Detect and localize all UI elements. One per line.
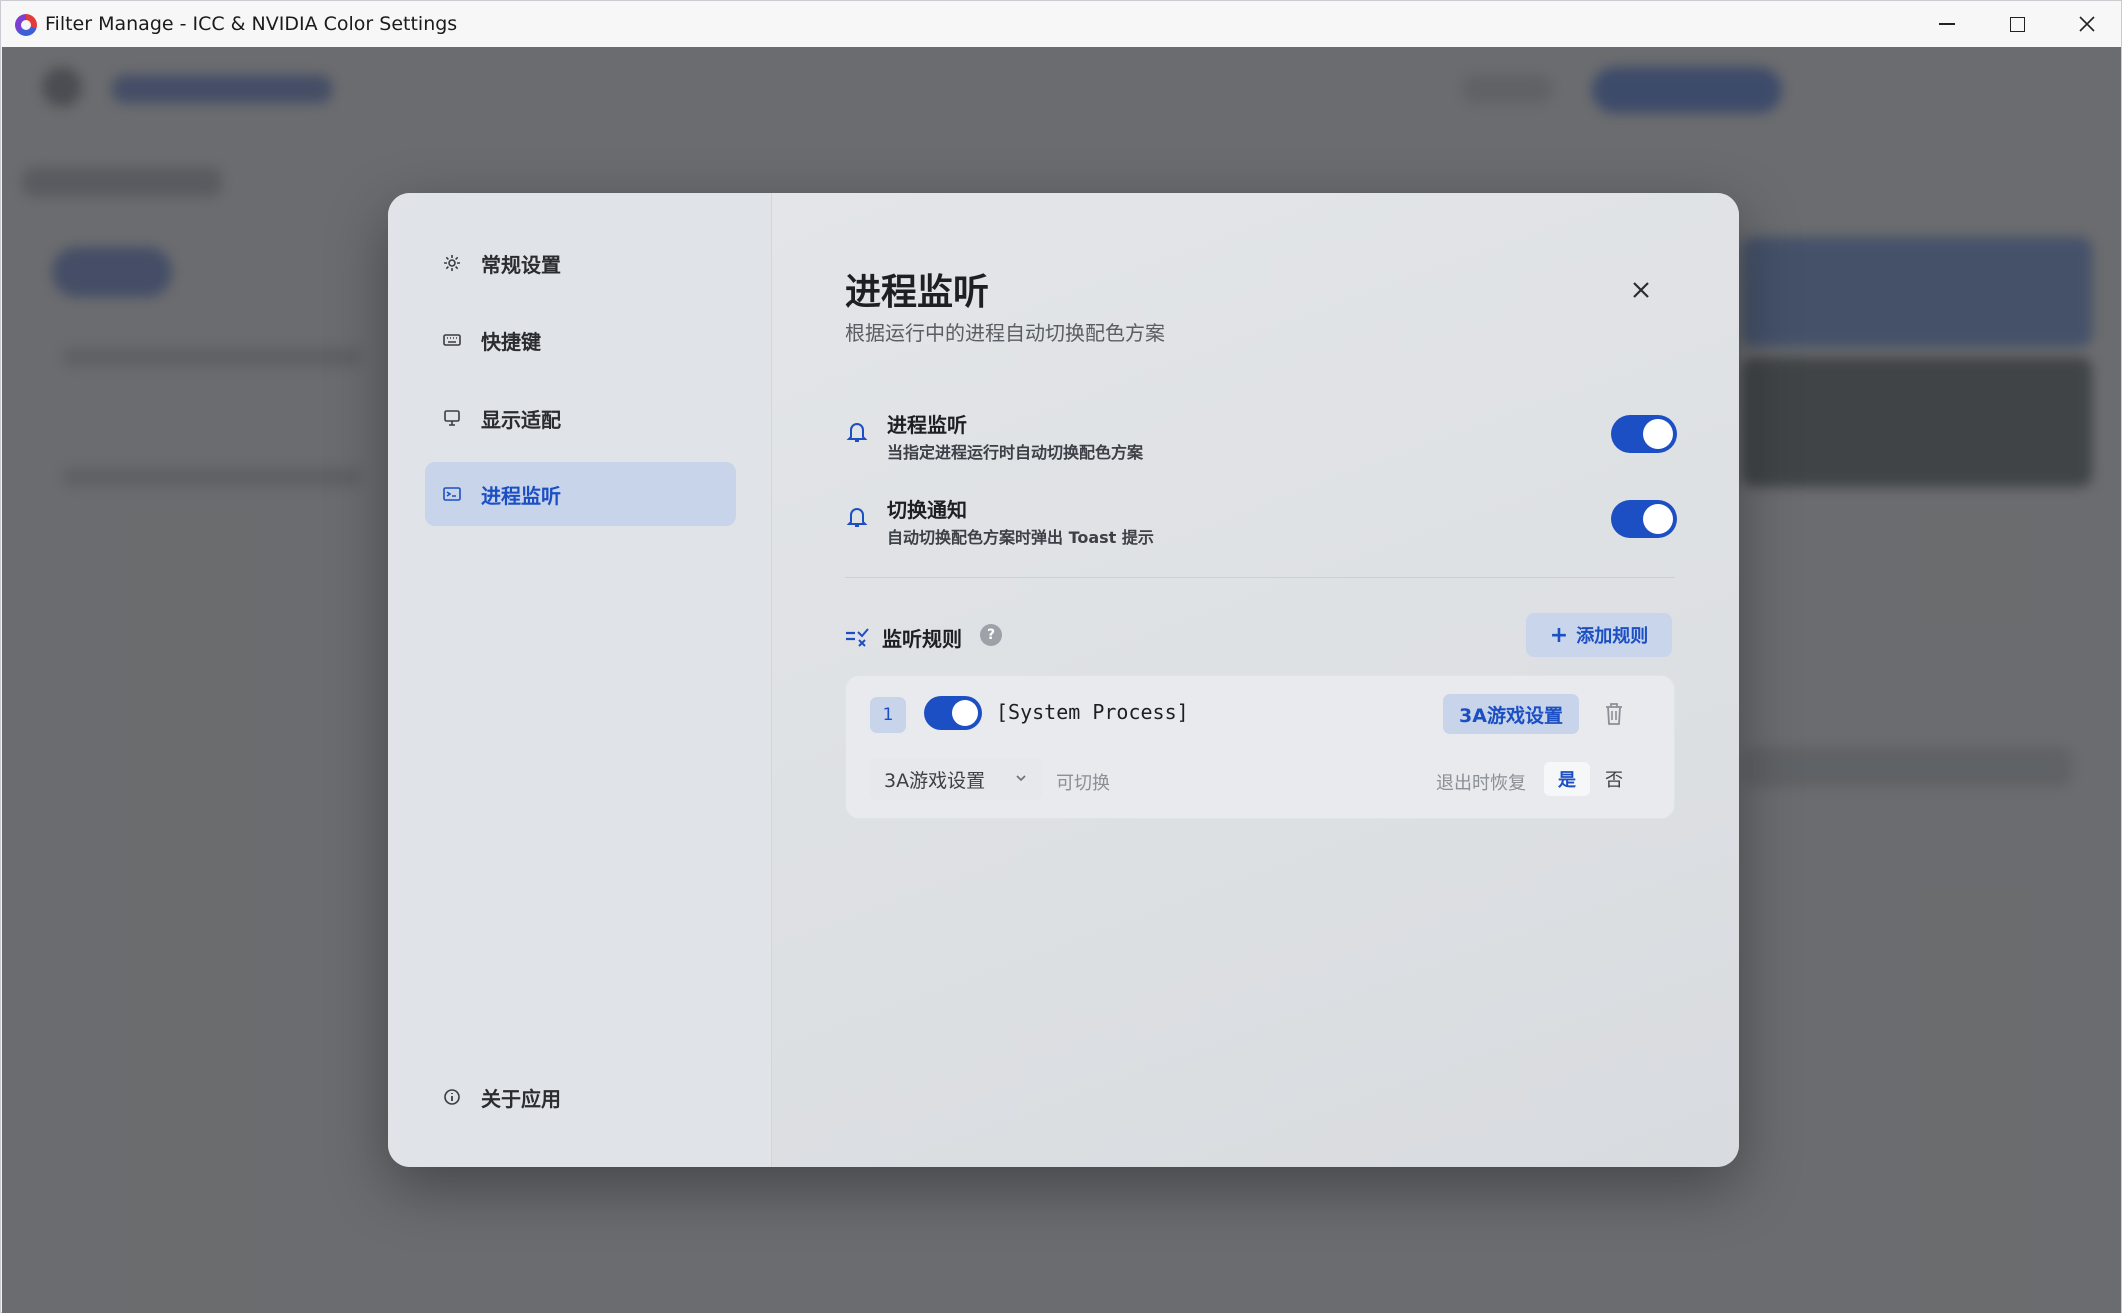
settings-dialog: 常规设置 快捷键 显示适配 进程监听 关于应用 进程监听 根据运行中的进程自动切…	[388, 193, 1739, 1167]
restore-no-option[interactable]: 否	[1594, 762, 1634, 796]
toggle-knob	[1643, 419, 1673, 449]
sidebar-item-label: 关于应用	[481, 1086, 561, 1111]
toggle-knob	[1643, 504, 1673, 534]
rule-index: 1	[870, 697, 906, 733]
rules-title: 监听规则	[882, 627, 962, 651]
switch-notify-toggle[interactable]	[1611, 500, 1677, 538]
setting-description: 自动切换配色方案时弹出 Toast 提示	[887, 528, 1154, 547]
info-icon	[441, 1086, 463, 1108]
restore-yes-option[interactable]: 是	[1544, 762, 1590, 796]
sidebar-item-shortcuts[interactable]: 快捷键	[425, 308, 736, 372]
window-title: Filter Manage - ICC & NVIDIA Color Setti…	[45, 13, 458, 35]
app-logo-icon	[15, 14, 37, 36]
profile-select-value: 3A游戏设置	[884, 769, 986, 792]
rule-process-name: [System Process]	[996, 700, 1189, 724]
setting-description: 当指定进程运行时自动切换配色方案	[887, 443, 1144, 462]
setting-title: 进程监听	[887, 413, 967, 437]
trash-icon[interactable]	[1604, 702, 1624, 726]
setting-process-monitor: 进程监听 当指定进程运行时自动切换配色方案	[845, 405, 1677, 465]
rule-enable-toggle[interactable]	[924, 696, 982, 730]
rule-profile-tag[interactable]: 3A游戏设置	[1443, 694, 1579, 734]
switchable-label: 可切换	[1056, 773, 1110, 794]
maximize-icon	[2009, 16, 2025, 32]
page-title: 进程监听	[845, 272, 990, 313]
setting-switch-notify: 切换通知 自动切换配色方案时弹出 Toast 提示	[845, 490, 1677, 550]
checklist-icon	[846, 628, 869, 647]
terminal-icon	[441, 483, 463, 505]
plus-icon: +	[1549, 622, 1569, 648]
sidebar-item-label: 快捷键	[481, 329, 541, 354]
app-window: Filter Manage - ICC & NVIDIA Color Setti…	[0, 0, 2122, 1313]
section-divider	[845, 577, 1675, 578]
process-monitor-toggle[interactable]	[1611, 415, 1677, 453]
sidebar-item-about[interactable]: 关于应用	[425, 1065, 736, 1129]
minimize-button[interactable]	[1912, 1, 1982, 47]
rule-card: 1 [System Process] 3A游戏设置 3A游戏设置 可切换 退出时…	[845, 675, 1675, 819]
keyboard-icon	[441, 329, 463, 351]
sidebar-item-general[interactable]: 常规设置	[425, 231, 736, 295]
rules-header: 监听规则 ? + 添加规则	[845, 613, 1675, 659]
toggle-knob	[952, 700, 978, 726]
gear-icon	[441, 252, 463, 274]
add-rule-label: 添加规则	[1576, 626, 1649, 647]
window-close-button[interactable]	[2052, 1, 2122, 47]
page-subtitle: 根据运行中的进程自动切换配色方案	[845, 321, 1165, 345]
maximize-button[interactable]	[1982, 1, 2052, 47]
monitor-icon	[441, 407, 463, 429]
bell-icon	[846, 423, 868, 442]
dialog-close-button[interactable]	[1626, 275, 1656, 305]
add-rule-button[interactable]: + 添加规则	[1526, 613, 1672, 657]
sidebar-item-label: 进程监听	[481, 483, 561, 508]
sidebar-item-label: 显示适配	[481, 407, 561, 432]
minimize-icon	[1939, 23, 1955, 25]
chevron-down-icon	[1016, 775, 1026, 782]
close-icon	[1633, 282, 1649, 298]
help-icon[interactable]: ?	[980, 624, 1002, 646]
close-icon	[2079, 16, 2095, 32]
restore-on-exit-label: 退出时恢复	[1436, 773, 1526, 794]
title-bar[interactable]: Filter Manage - ICC & NVIDIA Color Setti…	[1, 1, 2121, 47]
settings-sidebar: 常规设置 快捷键 显示适配 进程监听 关于应用	[388, 193, 772, 1167]
sidebar-item-display[interactable]: 显示适配	[425, 386, 736, 450]
setting-title: 切换通知	[887, 498, 967, 522]
sidebar-item-process-monitor[interactable]: 进程监听	[425, 462, 736, 526]
sidebar-item-label: 常规设置	[481, 252, 561, 277]
bell-icon	[846, 508, 868, 527]
profile-select[interactable]: 3A游戏设置	[870, 758, 1042, 800]
